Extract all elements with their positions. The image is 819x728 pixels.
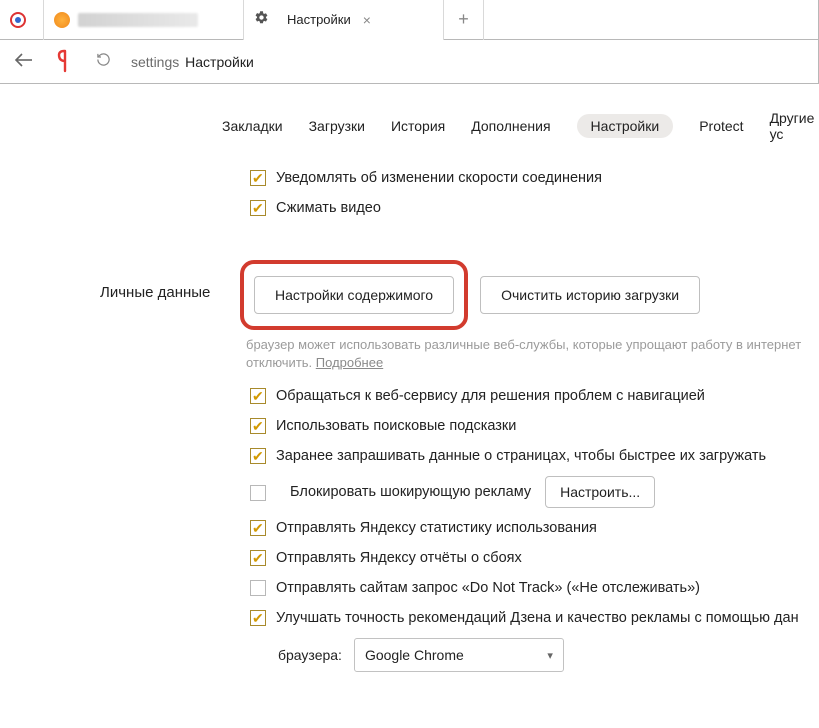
checkbox-search-hints[interactable] <box>250 418 266 434</box>
label-zen-quality: Улучшать точность рекомендаций Дзена и к… <box>276 608 799 628</box>
checkbox-nav-help[interactable] <box>250 388 266 404</box>
browser-row-label: браузера: <box>278 647 342 663</box>
label-crash-reports: Отправлять Яндексу отчёты о сбоях <box>276 548 522 568</box>
label-usage-stats: Отправлять Яндексу статистику использова… <box>276 518 597 538</box>
helper-text: браузер может использовать различные веб… <box>246 336 815 372</box>
tab-settings[interactable]: Настройки × <box>244 0 444 40</box>
checkbox-dnt[interactable] <box>250 580 266 596</box>
section-personal-data: Личные данные <box>100 284 210 301</box>
nav-bookmarks[interactable]: Закладки <box>222 118 283 134</box>
label-nav-help: Обращаться к веб-сервису для решения про… <box>276 386 705 406</box>
nav-addons[interactable]: Дополнения <box>471 118 550 134</box>
settings-content: Уведомлять об изменении скорости соедине… <box>0 168 819 672</box>
tab1-favicon <box>10 12 26 28</box>
clear-history-button[interactable]: Очистить историю загрузки <box>480 276 700 314</box>
toolbar: settings Настройки <box>0 40 819 84</box>
gear-icon <box>254 10 269 29</box>
label-search-hints: Использовать поисковые подсказки <box>276 416 516 436</box>
tab-settings-title: Настройки <box>287 12 351 27</box>
label-block-ads: Блокировать шокирующую рекламу <box>290 482 531 502</box>
checkbox-zen-quality[interactable] <box>250 610 266 626</box>
nav-other[interactable]: Другие ус <box>770 110 819 142</box>
back-button[interactable] <box>14 51 34 72</box>
tab2-title-blurred <box>78 13 198 27</box>
checkbox-usage-stats[interactable] <box>250 520 266 536</box>
close-icon[interactable]: × <box>363 12 371 28</box>
label-dnt: Отправлять сайтам запрос «Do Not Track» … <box>276 578 700 598</box>
label-compress-video: Сжимать видео <box>276 198 381 218</box>
configure-ads-button[interactable]: Настроить... <box>545 476 655 508</box>
checkbox-block-ads[interactable] <box>250 485 266 501</box>
checkbox-notify-speed[interactable] <box>250 170 266 186</box>
highlight-content-settings: Настройки содержимого <box>240 260 468 330</box>
checkbox-crash-reports[interactable] <box>250 550 266 566</box>
yandex-logo[interactable] <box>54 49 76 75</box>
nav-protect[interactable]: Protect <box>699 118 743 134</box>
new-tab-button[interactable]: + <box>444 0 484 40</box>
nav-settings[interactable]: Настройки <box>577 114 674 138</box>
nav-history[interactable]: История <box>391 118 445 134</box>
content-settings-button[interactable]: Настройки содержимого <box>254 276 454 314</box>
settings-nav: Закладки Загрузки История Дополнения Нас… <box>0 84 819 162</box>
nav-downloads[interactable]: Загрузки <box>309 118 365 134</box>
tab-2[interactable] <box>44 0 244 40</box>
tab-strip: Настройки × + <box>0 0 819 40</box>
checkbox-prefetch[interactable] <box>250 448 266 464</box>
reload-icon[interactable] <box>96 52 111 71</box>
tab2-favicon <box>54 12 70 28</box>
checkbox-compress-video[interactable] <box>250 200 266 216</box>
tab-1[interactable] <box>0 0 44 40</box>
addr-label: Настройки <box>185 54 254 70</box>
browser-select-value: Google Chrome <box>365 647 464 663</box>
browser-select[interactable]: Google Chrome ▾ <box>354 638 564 672</box>
addr-prefix: settings <box>131 54 179 70</box>
chevron-down-icon: ▾ <box>547 649 553 662</box>
helper-more-link[interactable]: Подробнее <box>316 355 383 370</box>
label-prefetch: Заранее запрашивать данные о страницах, … <box>276 446 766 466</box>
label-notify-speed: Уведомлять об изменении скорости соедине… <box>276 168 602 188</box>
address-bar[interactable]: settings Настройки <box>131 54 254 70</box>
